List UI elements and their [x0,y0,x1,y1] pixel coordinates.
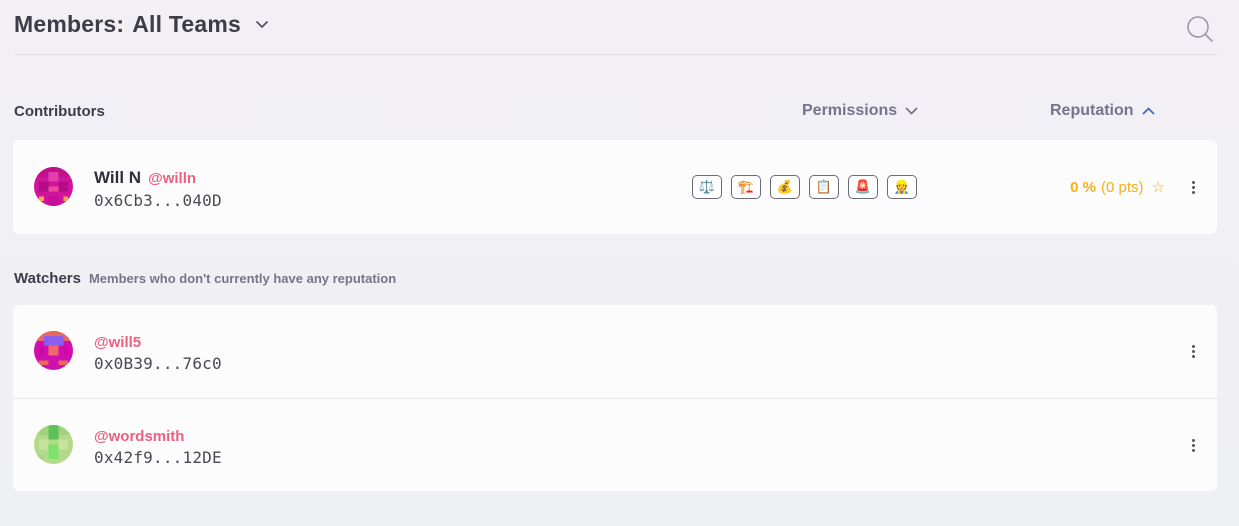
page-header: Members: All Teams [14,0,1217,55]
watchers-header: Watchers Members who don't currently hav… [14,270,396,287]
permission-architecture-icon[interactable]: 🏗️ [731,175,761,199]
permissions-list: ⚖️ 🏗️ 💰 📋 🚨 👷 [692,175,917,199]
search-icon[interactable] [1186,15,1214,43]
team-selector[interactable]: All Teams [132,11,241,38]
reputation-sort[interactable]: Reputation [1050,102,1155,120]
permission-administration-icon[interactable]: 📋 [809,175,839,199]
permission-root-icon[interactable]: 👷 [887,175,917,199]
member-name: Will N [94,168,142,187]
permission-funding-icon[interactable]: 💰 [770,175,800,199]
chevron-down-icon [905,107,918,115]
member-handle[interactable]: @wordsmith [94,428,184,445]
member-name-line: Will N @willn [94,168,196,188]
reputation-header: Reputation [1050,102,1134,119]
watchers-list: @will5 0x0B39...76c0 @wordsmith 0x42f9..… [13,305,1217,491]
permission-recovery-icon[interactable]: 🚨 [848,175,878,199]
list-item[interactable]: Will N @willn 0x6Cb3...040D ⚖️ 🏗️ 💰 📋 🚨 … [13,140,1217,234]
permissions-sort[interactable]: Permissions [802,102,918,120]
reputation-points: (0 pts) [1101,178,1144,196]
member-address[interactable]: 0x0B39...76c0 [94,354,222,373]
more-options-icon[interactable] [1187,435,1199,455]
member-address[interactable]: 0x6Cb3...040D [94,191,222,210]
avatar [34,167,73,206]
chevron-up-icon [1142,107,1154,115]
avatar [34,331,73,370]
chevron-down-icon[interactable] [255,20,269,29]
member-address[interactable]: 0x42f9...12DE [94,448,222,467]
title-prefix: Members: [14,11,125,37]
list-item[interactable]: @wordsmith 0x42f9...12DE [13,398,1217,491]
reputation-percent: 0 % [1070,178,1097,196]
contributors-label: Contributors [14,103,105,120]
watchers-note: Members who don't currently have any rep… [88,271,397,286]
member-handle[interactable]: @willn [148,170,196,187]
page-title: Members: All Teams [14,11,269,38]
avatar [34,425,73,464]
contributors-list: Will N @willn 0x6Cb3...040D ⚖️ 🏗️ 💰 📋 🚨 … [13,140,1217,234]
star-icon: ☆ [1151,179,1165,196]
permissions-header: Permissions [802,102,898,119]
member-handle[interactable]: @will5 [94,334,141,351]
more-options-icon[interactable] [1187,341,1199,361]
more-options-icon[interactable] [1187,177,1199,197]
reputation-value: 0 % (0 pts) ☆ [1070,178,1165,197]
permission-arbitration-icon[interactable]: ⚖️ [692,175,722,199]
watchers-label: Watchers [14,270,81,287]
list-item[interactable]: @will5 0x0B39...76c0 [13,305,1217,398]
